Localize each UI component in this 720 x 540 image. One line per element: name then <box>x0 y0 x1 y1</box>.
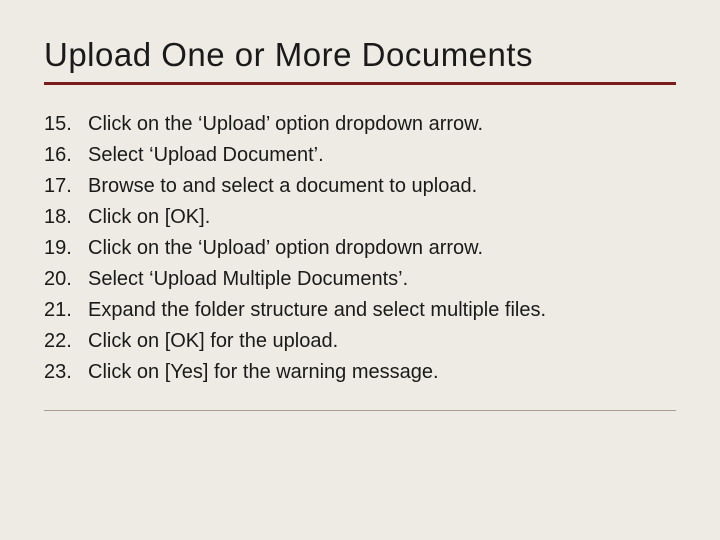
page-title: Upload One or More Documents <box>44 36 676 74</box>
step-number: 22. <box>44 326 88 357</box>
step-text: Click on [OK] for the upload. <box>88 326 676 357</box>
step-number: 20. <box>44 264 88 295</box>
step-text: Select ‘Upload Document’. <box>88 140 676 171</box>
step-text: Click on the ‘Upload’ option dropdown ar… <box>88 233 676 264</box>
steps-list: 15. Click on the ‘Upload’ option dropdow… <box>44 109 676 388</box>
footer-divider <box>44 410 676 411</box>
list-item: 18. Click on [OK]. <box>44 202 676 233</box>
step-text: Click on [Yes] for the warning message. <box>88 357 676 388</box>
step-number: 15. <box>44 109 88 140</box>
step-text: Select ‘Upload Multiple Documents’. <box>88 264 676 295</box>
list-item: 22. Click on [OK] for the upload. <box>44 326 676 357</box>
list-item: 19. Click on the ‘Upload’ option dropdow… <box>44 233 676 264</box>
list-item: 20. Select ‘Upload Multiple Documents’. <box>44 264 676 295</box>
step-text: Click on the ‘Upload’ option dropdown ar… <box>88 109 676 140</box>
title-underline <box>44 82 676 85</box>
list-item: 21. Expand the folder structure and sele… <box>44 295 676 326</box>
slide: Upload One or More Documents 15. Click o… <box>0 0 720 540</box>
step-number: 19. <box>44 233 88 264</box>
list-item: 16. Select ‘Upload Document’. <box>44 140 676 171</box>
step-text: Click on [OK]. <box>88 202 676 233</box>
list-item: 23. Click on [Yes] for the warning messa… <box>44 357 676 388</box>
step-number: 21. <box>44 295 88 326</box>
step-number: 16. <box>44 140 88 171</box>
step-number: 17. <box>44 171 88 202</box>
step-text: Expand the folder structure and select m… <box>88 295 676 326</box>
list-item: 15. Click on the ‘Upload’ option dropdow… <box>44 109 676 140</box>
step-number: 18. <box>44 202 88 233</box>
list-item: 17. Browse to and select a document to u… <box>44 171 676 202</box>
step-text: Browse to and select a document to uploa… <box>88 171 676 202</box>
step-number: 23. <box>44 357 88 388</box>
